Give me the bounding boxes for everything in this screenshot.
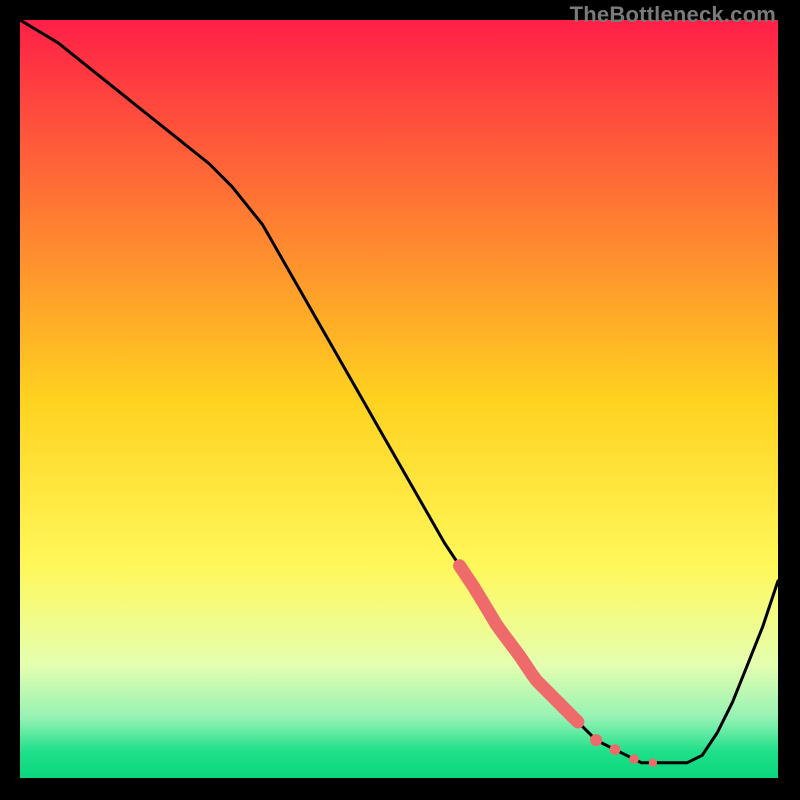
watermark-text: TheBottleneck.com: [570, 2, 776, 28]
highlight-dot: [590, 734, 602, 746]
highlight-dot: [629, 754, 639, 764]
chart-frame: [20, 20, 778, 778]
highlight-dot: [610, 744, 621, 755]
chart-svg: [20, 20, 778, 778]
chart-background: [20, 20, 778, 778]
highlight-dot: [649, 759, 657, 767]
